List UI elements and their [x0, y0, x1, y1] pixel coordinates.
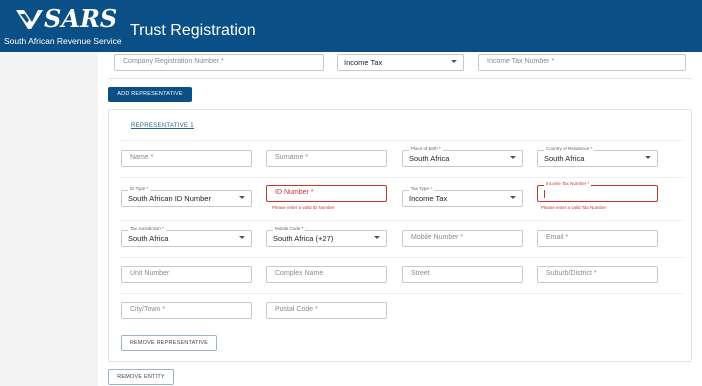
representative-card: REPRESENTATIVE 1 Name * Surname * Place …	[108, 109, 692, 362]
sars-logo-mark-icon	[16, 10, 43, 29]
remove-entity-button[interactable]: REMOVE ENTITY	[108, 369, 174, 385]
surname-input[interactable]: Surname *	[266, 150, 387, 167]
suburb-input[interactable]: Suburb/District *	[537, 266, 658, 283]
chevron-down-icon	[510, 156, 516, 159]
divider	[119, 177, 683, 178]
place-of-birth-value: South Africa	[409, 154, 450, 163]
country-of-residence-select[interactable]: Country of Residence * South Africa	[537, 146, 658, 167]
tax-type-label: Tax Type *	[409, 186, 434, 191]
app-header: SARS South African Revenue Service Trust…	[0, 0, 702, 52]
id-type-label: ID Type *	[128, 186, 151, 191]
top-tax-type-value: Income Tax	[344, 58, 383, 67]
unit-number-placeholder: Unit Number	[130, 270, 170, 277]
remove-representative-button[interactable]: REMOVE REPRESENTATIVE	[121, 335, 217, 351]
surname-placeholder: Surname *	[275, 154, 309, 161]
top-income-tax-input[interactable]: Income Tax Number *	[478, 54, 686, 71]
complex-name-input[interactable]: Complex Name	[266, 266, 387, 283]
suburb-placeholder: Suburb/District *	[546, 270, 597, 277]
name-placeholder: Name *	[130, 154, 154, 161]
mobile-code-label: Mobile Code *	[273, 226, 306, 231]
city-placeholder: City/Town *	[130, 306, 166, 313]
id-number-input[interactable]: ID Number *	[266, 185, 387, 202]
org-name: South African Revenue Service	[4, 36, 122, 46]
chevron-down-icon	[239, 236, 245, 239]
tax-jurisdiction-select[interactable]: Tax Jurisdiction * South Africa	[121, 226, 252, 247]
id-type-value: South African ID Number	[128, 194, 211, 203]
divider	[119, 220, 683, 221]
place-of-birth-label: Place of Birth *	[409, 146, 443, 151]
country-of-residence-label: Country of Residence *	[544, 146, 595, 151]
mobile-number-input[interactable]: Mobile Number *	[402, 230, 523, 247]
unit-number-input[interactable]: Unit Number	[121, 266, 252, 283]
income-tax-number-label: Income Tax Number *	[544, 181, 592, 186]
mobile-code-value: South Africa (+27)	[273, 234, 334, 243]
email-placeholder: Email *	[546, 234, 569, 241]
country-of-residence-value: South Africa	[544, 154, 585, 163]
add-representative-button[interactable]: ADD REPRESENTATIVE	[108, 87, 192, 102]
divider	[119, 257, 683, 258]
income-tax-number-error: Please enter a valid Tax Number	[541, 205, 606, 210]
tax-jurisdiction-value: South Africa	[128, 234, 169, 243]
divider	[119, 140, 683, 141]
complex-name-placeholder: Complex Name	[275, 270, 324, 277]
company-registration-placeholder: Company Registration Number *	[123, 58, 224, 65]
text-cursor	[544, 190, 545, 198]
id-number-placeholder: ID Number *	[275, 189, 314, 196]
divider	[119, 293, 683, 294]
name-input[interactable]: Name *	[121, 150, 252, 167]
company-registration-input[interactable]: Company Registration Number *	[114, 54, 324, 71]
chevron-down-icon	[239, 196, 245, 199]
chevron-down-icon	[645, 156, 651, 159]
place-of-birth-select[interactable]: Place of Birth * South Africa	[402, 146, 523, 167]
postal-code-placeholder: Postal Code *	[275, 306, 318, 313]
page-title: Trust Registration	[130, 22, 256, 39]
representative-heading-link[interactable]: REPRESENTATIVE 1	[131, 123, 194, 129]
email-input[interactable]: Email *	[537, 230, 658, 247]
main-content: Company Registration Number * Income Tax…	[98, 52, 702, 386]
mobile-code-select[interactable]: Mobile Code * South Africa (+27)	[266, 226, 387, 247]
top-income-tax-placeholder: Income Tax Number *	[487, 58, 555, 65]
logo-text: SARS	[44, 4, 118, 33]
mobile-number-placeholder: Mobile Number *	[411, 234, 464, 241]
sidebar	[0, 52, 98, 386]
city-input[interactable]: City/Town *	[121, 302, 252, 319]
income-tax-number-input[interactable]: Income Tax Number *	[537, 181, 658, 202]
chevron-down-icon	[510, 196, 516, 199]
top-tax-type-select[interactable]: Income Tax	[337, 54, 464, 71]
chevron-down-icon	[451, 60, 457, 63]
tax-jurisdiction-label: Tax Jurisdiction *	[128, 226, 166, 231]
sars-logo: SARS South African Revenue Service	[4, 4, 124, 50]
chevron-down-icon	[374, 236, 380, 239]
divider	[108, 78, 692, 79]
id-number-error: Please enter a valid ID Number	[272, 205, 335, 210]
street-input[interactable]: Street	[402, 266, 523, 283]
tax-type-value: Income Tax	[409, 194, 448, 203]
tax-type-select[interactable]: Tax Type * Income Tax	[402, 186, 523, 207]
street-placeholder: Street	[411, 270, 430, 277]
postal-code-input[interactable]: Postal Code *	[266, 302, 387, 319]
id-type-select[interactable]: ID Type * South African ID Number	[121, 186, 252, 207]
